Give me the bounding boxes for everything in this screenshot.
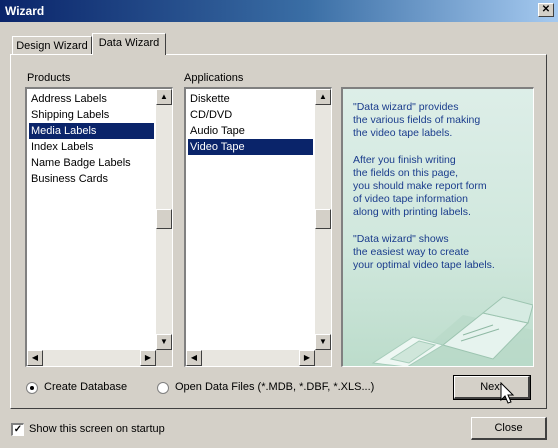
info-panel: "Data wizard" provides the various field… [341,87,534,367]
show-on-startup-label: Show this screen on startup [29,423,165,435]
open-data-files-radio[interactable] [157,382,169,394]
scroll-down-icon[interactable]: ▼ [315,334,331,350]
size-grip [156,350,172,366]
products-listbox[interactable]: Address Labels Shipping Labels Media Lab… [25,87,173,367]
close-button-label: Close [494,422,523,434]
applications-label: Applications [184,72,244,84]
size-grip [315,350,331,366]
tab-data-wizard[interactable]: Data Wizard [92,33,166,55]
printer-illustration-icon [371,296,533,366]
info-paragraph-2: After you finish writing the fields on t… [353,154,487,218]
next-button[interactable]: Next [453,375,531,400]
create-database-label: Create Database [44,381,128,393]
applications-hscrollbar[interactable]: ◀ ▶ [186,350,315,366]
products-label: Products [27,72,71,84]
applications-vscrollbar[interactable]: ▲ ▼ [315,89,331,350]
tab-data-wizard-label: Data Wizard [98,37,160,49]
list-item[interactable]: Shipping Labels [29,107,154,123]
list-item[interactable]: Name Badge Labels [29,155,154,171]
scroll-right-icon[interactable]: ▶ [299,350,315,366]
products-hscrollbar[interactable]: ◀ ▶ [27,350,156,366]
list-item[interactable]: Address Labels [29,91,154,107]
open-data-files-label: Open Data Files (*.MDB, *.DBF, *.XLS...) [175,381,375,393]
info-paragraph-1: "Data wizard" provides the various field… [353,101,481,139]
scroll-right-icon[interactable]: ▶ [140,350,156,366]
list-item[interactable]: Index Labels [29,139,154,155]
list-item[interactable]: Diskette [188,91,313,107]
scroll-up-icon[interactable]: ▲ [315,89,331,105]
list-item[interactable]: Business Cards [29,171,154,187]
scroll-thumb[interactable] [315,209,331,229]
close-button[interactable]: Close [471,417,547,440]
mouse-cursor-icon [500,382,515,404]
products-vscrollbar[interactable]: ▲ ▼ [156,89,172,350]
close-window-icon[interactable]: ✕ [538,3,554,17]
scroll-left-icon[interactable]: ◀ [27,350,43,366]
list-item[interactable]: Audio Tape [188,123,313,139]
list-item-selected[interactable]: Media Labels [29,123,154,139]
create-database-radio[interactable] [26,382,38,394]
tab-design-wizard-label: Design Wizard [16,40,88,52]
scroll-down-icon[interactable]: ▼ [156,334,172,350]
info-paragraph-3: "Data wizard" shows the easiest way to c… [353,233,495,271]
scroll-up-icon[interactable]: ▲ [156,89,172,105]
list-item[interactable]: CD/DVD [188,107,313,123]
tab-design-wizard[interactable]: Design Wizard [12,36,92,54]
list-item-selected[interactable]: Video Tape [188,139,313,155]
scroll-thumb[interactable] [156,209,172,229]
show-on-startup-checkbox[interactable]: ✓ [11,423,24,436]
window-title: Wizard [5,4,45,18]
title-bar: Wizard ✕ [0,0,558,22]
scroll-left-icon[interactable]: ◀ [186,350,202,366]
applications-listbox[interactable]: Diskette CD/DVD Audio Tape Video Tape ▲ … [184,87,332,367]
